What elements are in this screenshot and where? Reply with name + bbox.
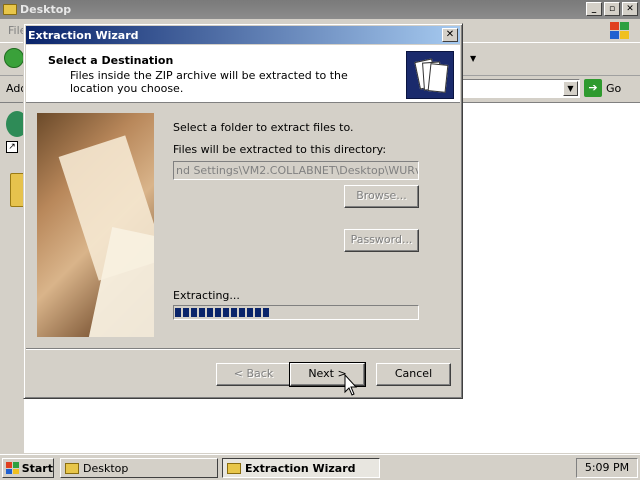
extracting-label: Extracting... — [173, 289, 240, 302]
footer-separator — [26, 348, 460, 350]
extraction-wizard-dialog: Extraction Wizard ✕ Select a Destination… — [23, 23, 463, 399]
folder-icon — [65, 462, 79, 474]
back-button[interactable]: < Back — [216, 363, 291, 386]
extraction-progress-bar — [173, 305, 419, 320]
close-button[interactable]: ✕ — [622, 2, 638, 16]
start-button[interactable]: Start — [2, 458, 54, 478]
wizard-header: Select a Destination Files inside the ZI… — [26, 45, 460, 103]
select-folder-text: Select a folder to extract files to. — [173, 121, 354, 134]
taskbar-item-desktop[interactable]: Desktop — [60, 458, 218, 478]
destination-path-input[interactable]: nd Settings\VM2.COLLABNET\Desktop\WURv50 — [173, 161, 419, 180]
progress-block — [263, 308, 269, 317]
wizard-title: Extraction Wizard — [28, 28, 139, 42]
browse-button[interactable]: Browse... — [344, 185, 419, 208]
folder-icon — [3, 4, 17, 15]
windows-logo-icon — [608, 20, 630, 40]
progress-block — [239, 308, 245, 317]
password-button[interactable]: Password... — [344, 229, 419, 252]
address-input[interactable]: ▼ — [462, 79, 580, 98]
progress-block — [223, 308, 229, 317]
progress-block — [231, 308, 237, 317]
taskbar-item-label: Desktop — [83, 461, 129, 475]
wizard-titlebar: Extraction Wizard ✕ — [26, 26, 460, 44]
go-label: Go — [606, 81, 622, 95]
left-strip — [0, 103, 24, 454]
folder-icon — [227, 462, 241, 474]
explorer-titlebar: Desktop _ ▫ ✕ — [0, 0, 640, 19]
step-title: Select a Destination — [48, 54, 174, 67]
progress-block — [183, 308, 189, 317]
go-button[interactable]: ➔ Go — [584, 79, 621, 97]
maximize-button[interactable]: ▫ — [604, 2, 620, 16]
minimize-button[interactable]: _ — [586, 2, 602, 16]
shortcut-arrow-icon: ↗ — [6, 141, 18, 153]
progress-block — [175, 308, 181, 317]
wizard-side-image — [37, 113, 154, 337]
go-arrow-icon: ➔ — [584, 79, 602, 97]
windows-flag-icon — [6, 462, 19, 474]
mouse-cursor-icon — [344, 374, 358, 396]
system-clock: 5:09 PM — [576, 458, 638, 478]
progress-block — [215, 308, 221, 317]
explorer-window-controls: _ ▫ ✕ — [586, 2, 638, 16]
chevron-down-icon[interactable]: ▼ — [563, 81, 578, 96]
progress-block — [199, 308, 205, 317]
cancel-button[interactable]: Cancel — [376, 363, 451, 386]
start-label: Start — [21, 461, 53, 475]
back-arrow-icon[interactable] — [4, 48, 24, 68]
toolbar-dropdown-icon[interactable]: ▼ — [470, 54, 476, 63]
zip-folder-icon — [406, 51, 454, 99]
close-button[interactable]: ✕ — [442, 28, 458, 42]
progress-block — [191, 308, 197, 317]
explorer-title: Desktop — [20, 3, 72, 16]
progress-block — [207, 308, 213, 317]
progress-block — [247, 308, 253, 317]
step-subtitle: Files inside the ZIP archive will be ext… — [70, 69, 348, 95]
taskbar-item-label: Extraction Wizard — [245, 461, 356, 475]
taskbar: Start Desktop Extraction Wizard 5:09 PM — [0, 454, 640, 480]
extract-to-label: Files will be extracted to this director… — [173, 143, 387, 156]
progress-block — [255, 308, 261, 317]
taskbar-item-extraction-wizard[interactable]: Extraction Wizard — [222, 458, 380, 478]
address-label: Address — [6, 82, 24, 95]
